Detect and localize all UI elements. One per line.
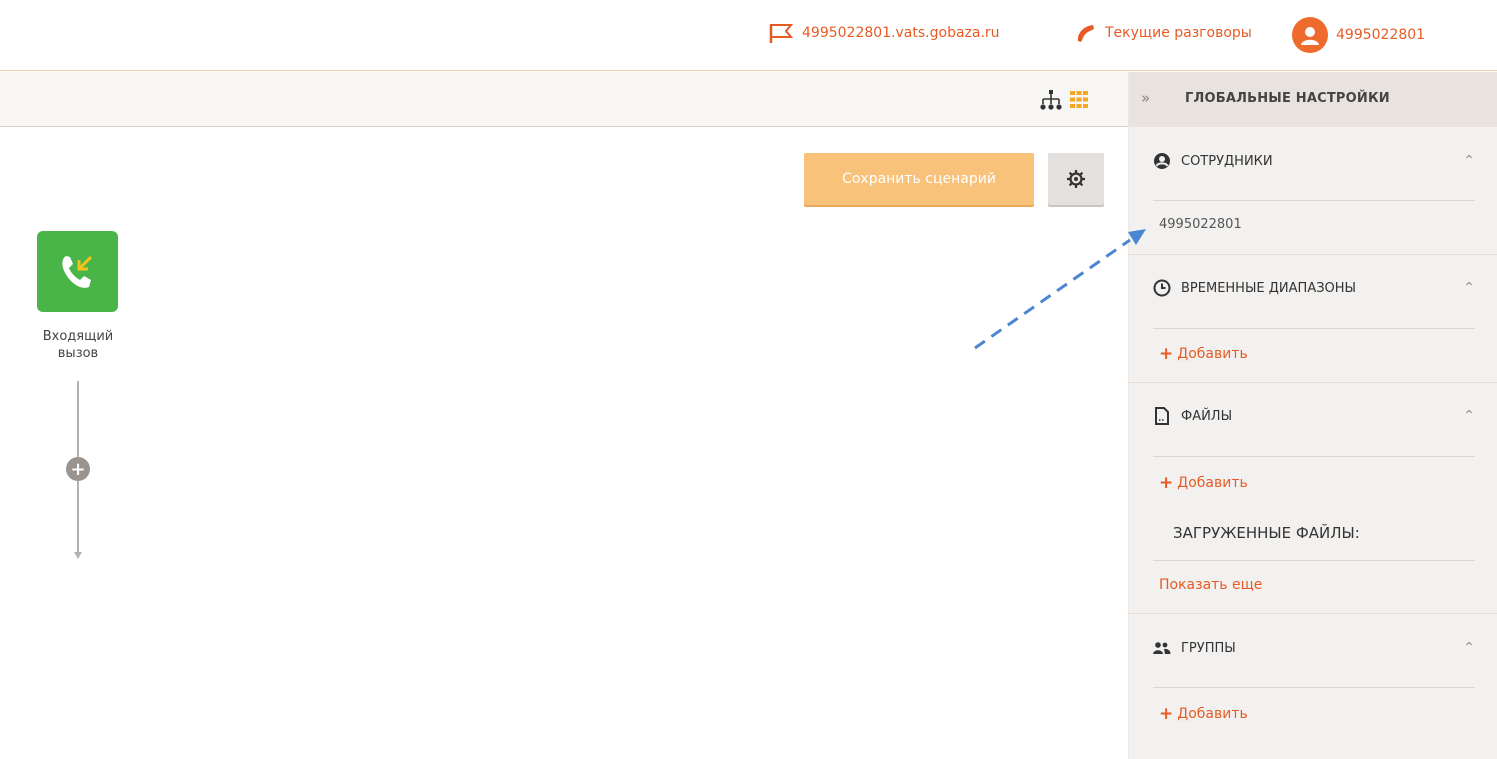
plus-icon: +	[1159, 344, 1174, 364]
divider	[1153, 328, 1475, 329]
section-divider	[1129, 613, 1497, 614]
uploaded-files-label: ЗАГРУЖЕННЫЕ ФАЙЛЫ:	[1173, 524, 1360, 542]
section-employees-title: СОТРУДНИКИ	[1181, 153, 1273, 169]
section-time-ranges-title: ВРЕМЕННЫЕ ДИАПАЗОНЫ	[1181, 280, 1357, 296]
domain-text: 4995022801.vats.gobaza.ru	[802, 25, 1000, 41]
add-step-button[interactable]: +	[66, 457, 90, 481]
add-label: Добавить	[1177, 706, 1248, 722]
incoming-call-icon	[61, 255, 92, 288]
save-scenario-button[interactable]: Сохранить сценарий	[804, 153, 1034, 205]
grid-view-icon[interactable]	[1070, 91, 1088, 112]
scenario-toolbar	[0, 72, 1128, 127]
section-time-ranges-header[interactable]: ВРЕМЕННЫЕ ДИАПАЗОНЫ ⌃	[1153, 268, 1475, 308]
connector-line-top	[77, 381, 79, 457]
current-calls-text: Текущие разговоры	[1105, 25, 1252, 41]
section-groups-header[interactable]: ГРУППЫ ⌃	[1153, 628, 1475, 668]
divider	[1153, 560, 1475, 561]
user-menu[interactable]: 4995022801	[1292, 17, 1425, 53]
employee-item[interactable]: 4995022801	[1159, 217, 1242, 232]
group-icon	[1153, 641, 1173, 655]
tree-view-icon[interactable]	[1040, 90, 1062, 114]
collapse-icon[interactable]: »	[1141, 89, 1150, 107]
file-icon	[1153, 407, 1173, 425]
section-files-title: ФАЙЛЫ	[1181, 408, 1233, 424]
scenario-canvas[interactable]	[0, 128, 1128, 759]
section-groups-title: ГРУППЫ	[1181, 640, 1236, 656]
flag-icon	[769, 24, 794, 43]
chevron-up-icon[interactable]: ⌃	[1463, 153, 1475, 169]
node-label-line2: вызов	[57, 346, 99, 361]
panel-title: ГЛОБАЛЬНЫЕ НАСТРОЙКИ	[1185, 91, 1390, 106]
show-more-link[interactable]: Показать еще	[1159, 577, 1262, 593]
incoming-call-label: Входящий вызов	[0, 328, 156, 362]
divider	[1153, 456, 1475, 457]
section-divider	[1129, 254, 1497, 255]
top-bar: 4995022801.vats.gobaza.ru Текущие разгов…	[0, 0, 1497, 71]
add-file-link[interactable]: + Добавить	[1159, 473, 1248, 493]
plus-icon: +	[1159, 704, 1174, 724]
add-time-range-link[interactable]: + Добавить	[1159, 344, 1248, 364]
add-label: Добавить	[1177, 346, 1248, 362]
user-icon	[1301, 27, 1319, 45]
add-label: Добавить	[1177, 475, 1248, 491]
divider	[1153, 200, 1475, 201]
chevron-up-icon[interactable]: ⌃	[1463, 408, 1475, 424]
avatar	[1292, 17, 1328, 53]
settings-button[interactable]	[1048, 153, 1104, 205]
user-text: 4995022801	[1336, 27, 1426, 43]
incoming-call-node[interactable]	[37, 231, 118, 312]
global-settings-panel: » ГЛОБАЛЬНЫЕ НАСТРОЙКИ СОТРУДНИКИ ⌃ 4995…	[1128, 72, 1497, 759]
section-files-header[interactable]: ФАЙЛЫ ⌃	[1153, 396, 1475, 436]
chevron-up-icon[interactable]: ⌃	[1463, 640, 1475, 656]
plus-icon: +	[1159, 473, 1174, 493]
domain-link[interactable]: 4995022801.vats.gobaza.ru	[768, 22, 1000, 44]
chevron-up-icon[interactable]: ⌃	[1463, 280, 1475, 296]
current-calls-link[interactable]: Текущие разговоры	[1075, 22, 1252, 44]
user-circle-icon	[1153, 152, 1173, 170]
connector-line-bottom	[77, 481, 79, 553]
section-divider	[1129, 382, 1497, 383]
clock-icon	[1153, 279, 1173, 297]
phone-icon	[1077, 25, 1094, 42]
arrow-down-icon	[74, 552, 82, 559]
add-group-link[interactable]: + Добавить	[1159, 704, 1248, 724]
divider	[1153, 687, 1475, 688]
gear-icon	[1067, 170, 1085, 188]
panel-header: » ГЛОБАЛЬНЫЕ НАСТРОЙКИ	[1129, 72, 1497, 127]
node-label-line1: Входящий	[42, 329, 114, 344]
section-employees-header[interactable]: СОТРУДНИКИ ⌃	[1153, 141, 1475, 181]
